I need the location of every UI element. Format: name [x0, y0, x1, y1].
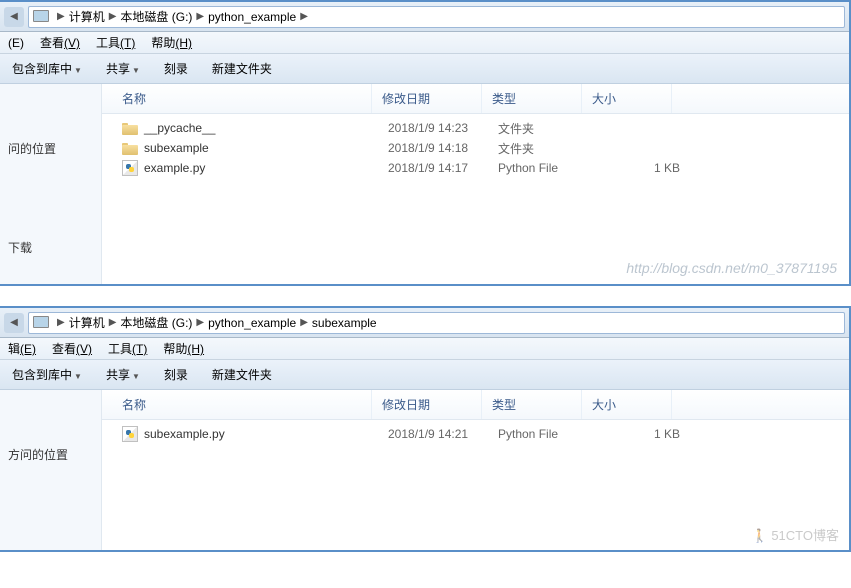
chevron-down-icon: ▼	[74, 372, 82, 381]
chevron-right-icon: ▶	[300, 11, 308, 22]
new-folder-button[interactable]: 新建文件夹	[208, 58, 276, 79]
nav-back-button[interactable]: ◀	[4, 313, 24, 333]
header-size[interactable]: 大小	[582, 84, 672, 113]
file-list: 名称 修改日期 类型 大小 __pycache__ 2018/1/9 14:23文…	[102, 84, 849, 284]
breadcrumb-drive[interactable]: 本地磁盘 (G:)	[120, 8, 192, 25]
file-date-cell: 2018/1/9 14:17	[384, 161, 494, 175]
menu-tools[interactable]: 工具(T)	[92, 32, 139, 53]
menu-help[interactable]: 帮助(H)	[147, 32, 196, 53]
file-type-cell: Python File	[494, 161, 594, 175]
menu-edit[interactable]: (E)	[4, 34, 28, 52]
header-name[interactable]: 名称	[102, 390, 372, 419]
breadcrumb-folder[interactable]: python_example	[208, 10, 296, 24]
file-type-cell: Python File	[494, 427, 594, 441]
python-file-icon	[122, 160, 138, 176]
burn-button[interactable]: 刻录	[160, 58, 192, 79]
header-size[interactable]: 大小	[582, 390, 672, 419]
breadcrumb[interactable]: ▶ 计算机 ▶ 本地磁盘 (G:) ▶ python_example ▶	[28, 6, 845, 28]
breadcrumb-subfolder[interactable]: subexample	[312, 316, 377, 330]
file-date-cell: 2018/1/9 14:21	[384, 427, 494, 441]
chevron-down-icon: ▼	[74, 66, 82, 75]
breadcrumb-drive[interactable]: 本地磁盘 (G:)	[120, 314, 192, 331]
chevron-right-icon: ▶	[109, 317, 117, 328]
include-in-library-button[interactable]: 包含到库中▼	[8, 364, 86, 385]
nav-back-button[interactable]: ◀	[4, 7, 24, 27]
file-row[interactable]: example.py 2018/1/9 14:17Python File1 KB	[102, 158, 849, 178]
file-name-text: subexample	[144, 141, 209, 155]
breadcrumb-folder[interactable]: python_example	[208, 316, 296, 330]
menu-bar: 辑(E) 查看(V) 工具(T) 帮助(H)	[0, 338, 849, 360]
breadcrumb[interactable]: ▶ 计算机 ▶ 本地磁盘 (G:) ▶ python_example ▶ sub…	[28, 312, 845, 334]
file-name-text: __pycache__	[144, 121, 215, 135]
file-date-cell: 2018/1/9 14:18	[384, 141, 494, 155]
header-name[interactable]: 名称	[102, 84, 372, 113]
file-type-cell: 文件夹	[494, 120, 594, 137]
toolbar: 包含到库中▼ 共享▼ 刻录 新建文件夹	[0, 54, 849, 84]
chevron-right-icon: ▶	[57, 317, 65, 328]
chevron-right-icon: ▶	[109, 11, 117, 22]
menu-view[interactable]: 查看(V)	[48, 338, 96, 359]
chevron-right-icon: ▶	[196, 11, 204, 22]
folder-icon	[122, 121, 138, 135]
chevron-right-icon: ▶	[57, 11, 65, 22]
column-headers: 名称 修改日期 类型 大小	[102, 84, 849, 114]
file-name-cell: subexample	[118, 141, 384, 155]
share-button[interactable]: 共享▼	[102, 58, 144, 79]
breadcrumb-computer[interactable]: 计算机	[69, 314, 105, 331]
header-type[interactable]: 类型	[482, 390, 582, 419]
computer-icon	[33, 316, 49, 330]
chevron-down-icon: ▼	[132, 372, 140, 381]
content-area: 问的位置 下载 名称 修改日期 类型 大小 __pycache__ 2018/1/…	[0, 84, 849, 284]
file-size-cell: 1 KB	[594, 161, 684, 175]
menu-help[interactable]: 帮助(H)	[159, 338, 208, 359]
explorer-window-2: ◀ ▶ 计算机 ▶ 本地磁盘 (G:) ▶ python_example ▶ s…	[0, 306, 851, 552]
menu-tools[interactable]: 工具(T)	[104, 338, 151, 359]
sidebar: 方问的位置	[0, 390, 102, 550]
header-date[interactable]: 修改日期	[372, 84, 482, 113]
sidebar: 问的位置 下载	[0, 84, 102, 284]
share-button[interactable]: 共享▼	[102, 364, 144, 385]
breadcrumb-computer[interactable]: 计算机	[69, 8, 105, 25]
menu-view[interactable]: 查看(V)	[36, 32, 84, 53]
column-headers: 名称 修改日期 类型 大小	[102, 390, 849, 420]
file-name-text: subexample.py	[144, 427, 225, 441]
file-name-cell: subexample.py	[118, 426, 384, 442]
file-row[interactable]: subexample 2018/1/9 14:18文件夹	[102, 138, 849, 158]
sidebar-recent[interactable]: 问的位置	[0, 134, 101, 163]
address-bar: ◀ ▶ 计算机 ▶ 本地磁盘 (G:) ▶ python_example ▶	[0, 2, 849, 32]
new-folder-button[interactable]: 新建文件夹	[208, 364, 276, 385]
python-file-icon	[122, 426, 138, 442]
file-name-text: example.py	[144, 161, 205, 175]
chevron-down-icon: ▼	[132, 66, 140, 75]
file-name-cell: example.py	[118, 160, 384, 176]
content-area: 方问的位置 名称 修改日期 类型 大小 subexample.py 2018/1/…	[0, 390, 849, 550]
file-name-cell: __pycache__	[118, 121, 384, 135]
sidebar-recent[interactable]: 方问的位置	[0, 440, 101, 469]
folder-icon	[122, 141, 138, 155]
file-type-cell: 文件夹	[494, 140, 594, 157]
menu-edit[interactable]: 辑(E)	[4, 338, 40, 359]
explorer-window-1: ◀ ▶ 计算机 ▶ 本地磁盘 (G:) ▶ python_example ▶ (…	[0, 0, 851, 286]
file-date-cell: 2018/1/9 14:23	[384, 121, 494, 135]
chevron-right-icon: ▶	[196, 317, 204, 328]
include-in-library-button[interactable]: 包含到库中▼	[8, 58, 86, 79]
header-date[interactable]: 修改日期	[372, 390, 482, 419]
header-type[interactable]: 类型	[482, 84, 582, 113]
burn-button[interactable]: 刻录	[160, 364, 192, 385]
computer-icon	[33, 10, 49, 24]
address-bar: ◀ ▶ 计算机 ▶ 本地磁盘 (G:) ▶ python_example ▶ s…	[0, 308, 849, 338]
toolbar: 包含到库中▼ 共享▼ 刻录 新建文件夹	[0, 360, 849, 390]
menu-bar: (E) 查看(V) 工具(T) 帮助(H)	[0, 32, 849, 54]
file-list: 名称 修改日期 类型 大小 subexample.py 2018/1/9 14:2…	[102, 390, 849, 550]
file-size-cell: 1 KB	[594, 427, 684, 441]
file-row[interactable]: __pycache__ 2018/1/9 14:23文件夹	[102, 118, 849, 138]
chevron-right-icon: ▶	[300, 317, 308, 328]
sidebar-downloads[interactable]: 下载	[0, 233, 101, 262]
file-row[interactable]: subexample.py 2018/1/9 14:21Python File1 …	[102, 424, 849, 444]
